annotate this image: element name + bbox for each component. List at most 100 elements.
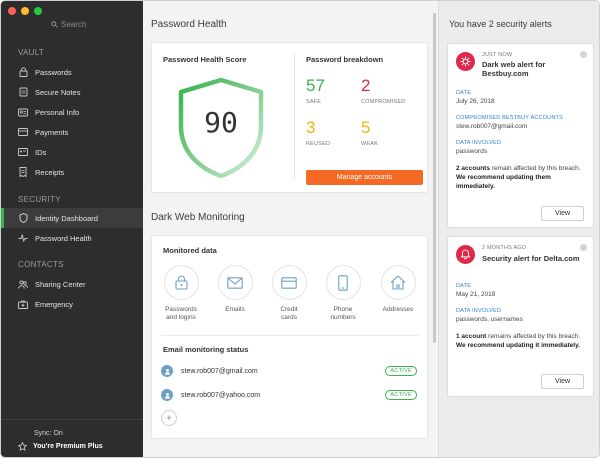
window-controls [8, 7, 42, 15]
breakdown-label: Password breakdown [306, 55, 384, 64]
phone-icon [338, 274, 348, 291]
monitored-label-line2: cards [281, 314, 297, 322]
monitored-phone-numbers[interactable]: Phone numbers [324, 265, 362, 323]
sidebar-footer: Sync: On You're Premium Plus [1, 419, 143, 457]
view-button[interactable]: View [541, 206, 584, 221]
accounts-value: stew.rob007@gmail.com [456, 123, 528, 130]
minimize-window-button[interactable] [21, 7, 29, 15]
sidebar-item-emergency[interactable]: Emergency [1, 294, 143, 314]
monitored-addresses[interactable]: Addresses [379, 265, 417, 314]
main-scrollbar[interactable] [433, 13, 436, 343]
compromised-label: COMPROMISED [361, 99, 406, 105]
status-badge: ACTIVE [385, 366, 417, 376]
dark-web-title: Dark Web Monitoring [151, 212, 245, 223]
sidebar-item-label: Personal Info [35, 107, 80, 117]
main-content: Password Health Password Health Score 90 [143, 1, 437, 457]
card-divider [294, 53, 295, 181]
view-button[interactable]: View [541, 374, 584, 389]
premium-status[interactable]: You're Premium Plus [18, 442, 103, 451]
sidebar-item-passwords[interactable]: Passwords [1, 62, 143, 82]
data-involved-value: passwords [456, 148, 488, 155]
alerts-panel: You have 2 security alerts JUST NOW Dark… [438, 1, 599, 457]
manage-accounts-button[interactable]: Manage accounts [306, 170, 423, 185]
email-address: stew.rob007@gmail.com [181, 367, 258, 375]
monitored-label-line1: Passwords [165, 306, 197, 313]
search-input[interactable]: Search [51, 20, 86, 29]
email-status-label: Email monitoring status [163, 345, 249, 354]
search-placeholder: Search [61, 20, 87, 29]
date-value: May 21, 2018 [456, 291, 496, 298]
shield-icon [18, 213, 28, 223]
sidebar-item-label: Identity Dashboard [35, 213, 98, 223]
sidebar-item-payments[interactable]: Payments [1, 122, 143, 142]
alert-msg-recommend: We recommend updating them immediately. [456, 173, 551, 190]
avatar [161, 389, 173, 401]
alert-msg-count: 1 account [456, 333, 487, 340]
sidebar-item-label: Sharing Center [35, 279, 86, 289]
section-contacts: CONTACTS [18, 260, 64, 269]
avatar [161, 365, 173, 377]
monitored-passwords[interactable]: Passwords and logins [162, 265, 200, 323]
credit-card-icon [18, 127, 28, 137]
sidebar-item-label: Payments [35, 127, 69, 137]
close-icon[interactable] [580, 244, 587, 251]
sidebar-item-secure-notes[interactable]: Secure Notes [1, 82, 143, 102]
close-window-button[interactable] [8, 7, 16, 15]
zoom-window-button[interactable] [34, 7, 42, 15]
close-icon[interactable] [580, 51, 587, 58]
alert-heading: Dark web alert for Bestbuy.com [482, 60, 546, 79]
weak-count: 5 [361, 118, 371, 137]
mail-icon [227, 276, 243, 289]
sync-status: Sync: On [34, 430, 63, 437]
emergency-icon [18, 299, 28, 309]
alert-msg-recommend: We recommend updating it immediately. [456, 341, 581, 349]
sidebar-item-label: IDs [35, 147, 47, 157]
sidebar-item-identity-dashboard[interactable]: Identity Dashboard [1, 208, 143, 228]
sidebar-item-label: Secure Notes [35, 87, 81, 97]
dark-web-card: Monitored data Passwords and logins Email… [151, 235, 428, 439]
add-email-button[interactable]: + [161, 410, 177, 426]
user-icon [164, 392, 170, 399]
virus-icon [456, 52, 475, 71]
sidebar-item-receipts[interactable]: Receipts [1, 162, 143, 182]
id-icon [18, 147, 28, 157]
app-window: Search VAULT Passwords Secure Notes Pers… [0, 0, 600, 458]
sidebar-item-label: Emergency [35, 299, 73, 309]
safe-count: 57 [306, 76, 325, 95]
sidebar-item-label: Password Health [35, 233, 92, 243]
monitored-label-line1: Emails [225, 306, 245, 313]
alert-msg-text: remain affected by this breach. [489, 165, 581, 172]
alert-time: JUST NOW [482, 52, 513, 58]
note-icon [18, 87, 28, 97]
safe-label: SAFE [306, 99, 322, 105]
bell-icon [456, 245, 475, 264]
date-label: DATE [456, 283, 472, 289]
weak-label: WEAK [361, 141, 378, 147]
id-card-icon [18, 107, 28, 117]
accounts-label: COMPROMISED BESTBUY ACCOUNTS [456, 115, 563, 121]
pulse-icon [18, 233, 28, 243]
alert-card-bestbuy: JUST NOW Dark web alert for Bestbuy.com … [447, 43, 594, 228]
people-icon [18, 279, 28, 289]
monitored-label-line2: and logins [166, 314, 196, 322]
sidebar-item-label: Passwords [35, 67, 72, 77]
credit-card-icon [281, 276, 297, 289]
section-vault: VAULT [18, 48, 45, 57]
sidebar-item-ids[interactable]: IDs [1, 142, 143, 162]
monitored-label-line2: numbers [330, 314, 356, 322]
sidebar-item-label: Receipts [35, 167, 65, 177]
sidebar-item-personal-info[interactable]: Personal Info [1, 102, 143, 122]
password-health-card: Password Health Score 90 Password breakd… [151, 42, 428, 193]
sidebar-item-password-health[interactable]: Password Health [1, 228, 143, 248]
monitored-emails[interactable]: Emails [216, 265, 254, 314]
status-badge: ACTIVE [385, 390, 417, 400]
monitored-label-line1: Credit [280, 306, 298, 313]
reused-label: REUSED [306, 141, 331, 147]
divider [161, 335, 419, 336]
alert-time: 2 MONTHS AGO [482, 245, 527, 251]
sidebar-item-sharing-center[interactable]: Sharing Center [1, 274, 143, 294]
data-involved-value: passwords, usernames [456, 316, 523, 323]
monitored-credit-cards[interactable]: Credit cards [270, 265, 308, 323]
alert-message: 2 accounts remain affected by this breac… [456, 165, 588, 191]
alert-msg-text: remains affected by this breach. [486, 333, 581, 340]
